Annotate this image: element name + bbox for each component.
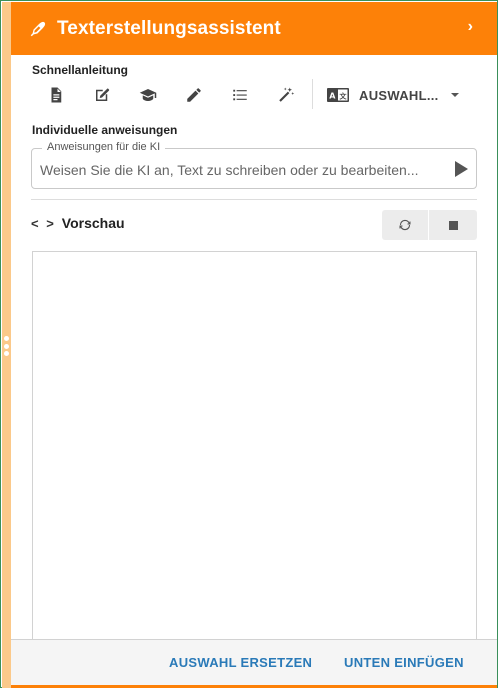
refresh-button[interactable] bbox=[382, 210, 429, 240]
language-icon: A文 bbox=[327, 88, 349, 102]
document-icon[interactable] bbox=[44, 83, 68, 107]
svg-text:A: A bbox=[329, 92, 336, 101]
insert-below-button[interactable]: UNTEN EINFÜGEN bbox=[344, 655, 464, 670]
selection-dropdown[interactable]: A文 AUSWAHL... bbox=[327, 84, 459, 106]
replace-selection-button[interactable]: AUSWAHL ERSETZEN bbox=[169, 655, 312, 670]
code-icon: < > bbox=[31, 215, 56, 231]
selection-dropdown-label: AUSWAHL... bbox=[359, 87, 439, 103]
pen-icon bbox=[27, 18, 49, 40]
stop-icon bbox=[448, 220, 458, 230]
refresh-icon bbox=[399, 219, 411, 231]
collapse-chevron-icon[interactable]: › bbox=[468, 18, 473, 36]
preview-area bbox=[32, 251, 477, 639]
edit-icon[interactable] bbox=[90, 83, 114, 107]
instructions-input[interactable] bbox=[40, 160, 430, 180]
panel-header: Texterstellungsassistent › bbox=[11, 2, 497, 55]
play-icon[interactable] bbox=[455, 161, 468, 177]
magic-wand-icon[interactable] bbox=[274, 83, 298, 107]
panel-content: Schnellanleitung A文 AUSWAHL... Individue… bbox=[11, 55, 497, 685]
svg-text:文: 文 bbox=[340, 92, 348, 101]
graduation-cap-icon[interactable] bbox=[136, 83, 160, 107]
preview-title: Vorschau bbox=[61, 215, 125, 231]
caret-down-icon bbox=[450, 93, 459, 97]
instructions-legend: Anweisungen für die KI bbox=[42, 141, 166, 153]
list-icon[interactable] bbox=[228, 83, 252, 107]
stop-button[interactable] bbox=[429, 210, 477, 240]
preview-header: < > Vorschau bbox=[31, 215, 125, 231]
panel-footer: AUSWAHL ERSETZEN UNTEN EINFÜGEN bbox=[11, 639, 497, 685]
pencil-icon[interactable] bbox=[182, 83, 206, 107]
instructions-label: Individuelle anweisungen bbox=[32, 123, 178, 137]
resize-handle[interactable] bbox=[2, 2, 11, 688]
grip-dots-icon[interactable] bbox=[2, 336, 11, 356]
toolbar-divider bbox=[312, 79, 313, 109]
panel-title: Texterstellungsassistent bbox=[57, 17, 281, 39]
preview-controls bbox=[382, 210, 477, 240]
quick-guide-label: Schnellanleitung bbox=[32, 63, 129, 77]
assistant-panel: Texterstellungsassistent › Schnellanleit… bbox=[0, 0, 498, 688]
section-divider bbox=[31, 199, 477, 200]
instructions-field: Anweisungen für die KI bbox=[31, 141, 477, 189]
quick-guide-toolbar bbox=[44, 83, 320, 107]
